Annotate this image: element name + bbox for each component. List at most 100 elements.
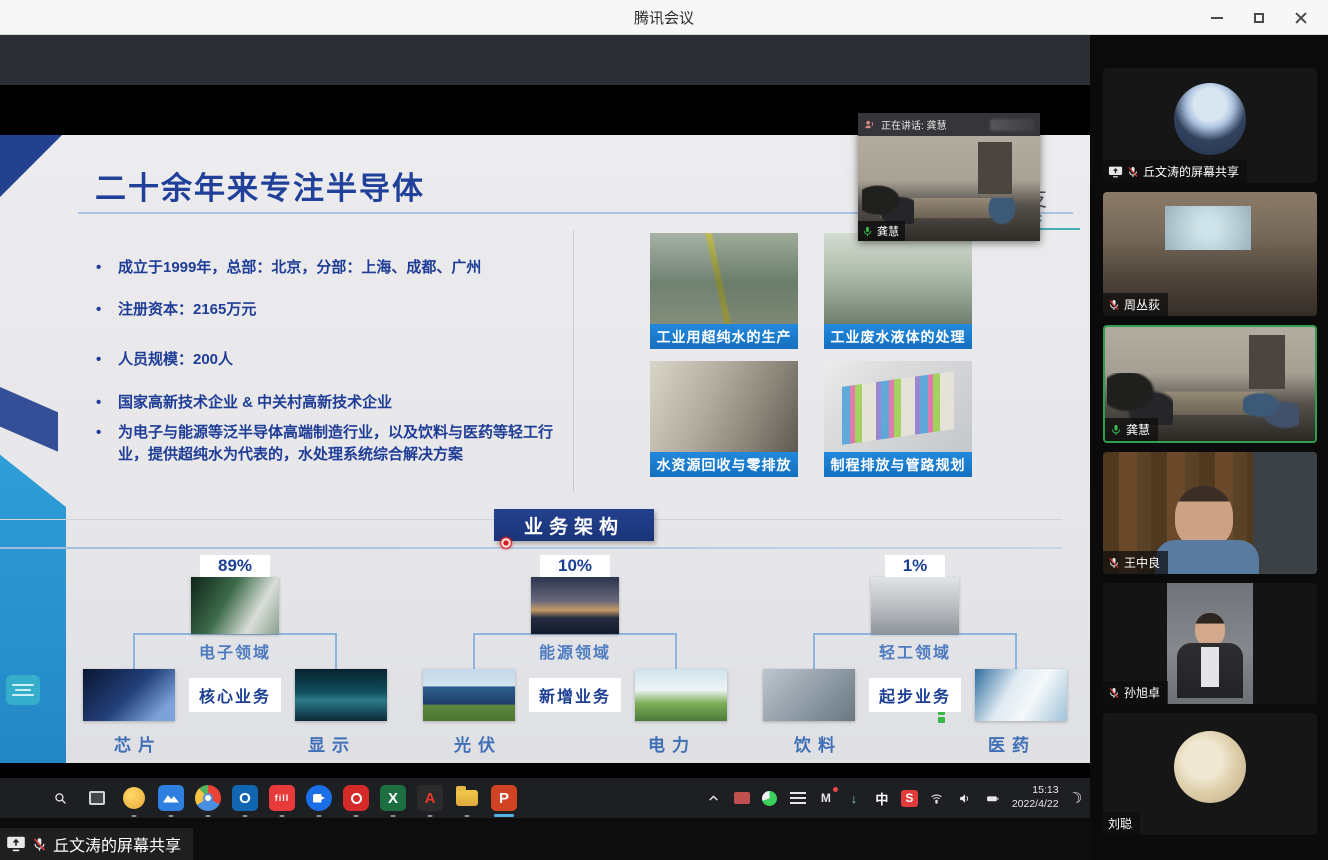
battery-icon[interactable] — [984, 789, 1002, 807]
photo-image — [824, 361, 972, 452]
room-person — [982, 198, 1022, 232]
search-icon[interactable] — [47, 785, 73, 811]
red-camera-app-icon[interactable] — [343, 785, 369, 811]
percent-value: 89% — [218, 556, 252, 575]
speaking-overlay-video[interactable]: 龚慧 — [858, 136, 1040, 241]
slide-blue-decoration — [0, 435, 66, 763]
group-domain-label: 轻工领域 — [879, 639, 951, 663]
speaking-overlay-text: 正在讲话: 龚慧 — [881, 117, 947, 132]
tray-red-app-icon[interactable] — [733, 789, 751, 807]
avatar — [1174, 83, 1246, 155]
room-chairs — [862, 184, 914, 224]
role-label: 核心业务 — [199, 689, 271, 706]
percent-value: 10% — [558, 556, 592, 575]
participant-name: 王中良 — [1124, 554, 1160, 571]
participant-tile-sunxuzhuo[interactable]: 孙旭卓 — [1103, 583, 1317, 704]
maximize-icon — [1254, 13, 1264, 23]
netdisk-app-icon[interactable] — [158, 785, 184, 811]
taskbar-clock[interactable]: 15:13 2022/4/22 — [1012, 784, 1059, 811]
tray-sliders-icon[interactable] — [789, 789, 807, 807]
sub-label-right: 医药 — [988, 731, 1036, 756]
muted-mic-icon — [1108, 687, 1120, 699]
yellow-app-icon[interactable] — [121, 785, 147, 811]
group-domain-label: 电子领域 — [199, 639, 271, 663]
ime-indicator[interactable]: 中 — [873, 789, 891, 807]
muted-mic-icon — [1108, 557, 1120, 569]
photo-ultrapure-water: 工业用超纯水的生产 — [650, 233, 798, 349]
close-icon — [1295, 12, 1307, 24]
sub-labels: 饮料 医药 — [760, 731, 1070, 756]
group-main-image — [531, 577, 619, 634]
clock-time: 15:13 — [1012, 784, 1059, 798]
group-sub-row: 起步业务 — [760, 669, 1070, 721]
participant-label: 王中良 — [1103, 551, 1168, 574]
photo-image — [824, 233, 972, 324]
sub-label-left: 饮料 — [794, 731, 842, 756]
tray-chevron-up-icon[interactable] — [705, 789, 723, 807]
muted-mic-icon — [32, 837, 47, 852]
photo-caption: 工业用超纯水的生产 — [650, 324, 798, 349]
participant-tile-gonghui-active[interactable]: 龚慧 — [1103, 325, 1317, 443]
task-view-icon[interactable] — [84, 785, 110, 811]
person-head — [1195, 613, 1225, 647]
tray-download-icon[interactable]: ↓ — [845, 789, 863, 807]
red-app-icon[interactable]: fill — [269, 785, 295, 811]
muted-mic-icon — [1108, 299, 1120, 311]
photo-image — [650, 233, 798, 324]
section-header-label: 业务架构 — [524, 512, 624, 539]
sub-label-left: 芯片 — [114, 731, 162, 756]
speaker-icon[interactable] — [956, 789, 974, 807]
start-button[interactable] — [10, 785, 36, 811]
sub-image-beverage — [763, 669, 855, 721]
tray-green-ring-icon[interactable] — [761, 789, 779, 807]
participant-tile-wangzhongliang[interactable]: 王中良 — [1103, 452, 1317, 574]
acrobat-icon[interactable]: A — [417, 785, 443, 811]
meeting-app-icon[interactable] — [306, 785, 332, 811]
sub-label-right: 显示 — [308, 731, 356, 756]
participant-name: 刘聪 — [1108, 815, 1132, 832]
participant-tile-liucong[interactable]: 刘聪 — [1103, 713, 1317, 835]
group-light-industry: 1% 轻工领域 起步业务 饮料 医药 — [760, 555, 1070, 756]
powerpoint-icon[interactable]: P — [491, 785, 517, 811]
photo-piping-plan: 制程排放与管路规划 — [824, 361, 972, 477]
participant-tile-qiuwentao[interactable]: 丘文涛的屏幕共享 — [1103, 68, 1317, 183]
participant-name: 周丛荻 — [1124, 296, 1160, 313]
focus-assist-moon-icon[interactable]: ☽ — [1066, 787, 1085, 809]
group-energy: 10% 能源领域 新增业务 光伏 电力 — [420, 555, 730, 756]
participant-name: 孙旭卓 — [1124, 684, 1160, 701]
participant-label: 刘聪 — [1103, 812, 1140, 835]
participant-label: 周丛荻 — [1103, 293, 1168, 316]
maximize-button[interactable] — [1238, 0, 1280, 35]
chrome-icon[interactable] — [195, 785, 221, 811]
outlook-icon[interactable]: O — [232, 785, 258, 811]
role-label: 新增业务 — [539, 689, 611, 706]
person-head — [1175, 486, 1233, 548]
close-button[interactable] — [1280, 0, 1322, 35]
sub-image-solar — [423, 669, 515, 721]
file-explorer-icon[interactable] — [454, 785, 480, 811]
role-label: 起步业务 — [879, 689, 951, 706]
window-titlebar: 腾讯会议 — [0, 0, 1328, 35]
slide-bullet-list: 成立于1999年，总部：北京，分部：上海、成都、广州 注册资本：2165万元 人… — [92, 243, 560, 466]
tray-m-icon[interactable]: M — [817, 789, 835, 807]
sogou-icon[interactable]: S — [901, 790, 918, 807]
avatar — [1174, 731, 1246, 803]
percent-box: 1% — [885, 555, 946, 577]
wifi-icon[interactable] — [928, 789, 946, 807]
speaking-overlay-header[interactable]: 正在讲话: 龚慧 — [858, 113, 1040, 136]
group-domain-label: 能源领域 — [539, 639, 611, 663]
participant-tile-zhoucongdi[interactable]: 周丛荻 — [1103, 192, 1317, 316]
sub-image-pharma — [975, 669, 1067, 721]
excel-icon[interactable]: X — [380, 785, 406, 811]
role-box: 核心业务 — [189, 678, 281, 712]
participant-sidebar: 丘文涛的屏幕共享 周丛荻 龚慧 — [1090, 35, 1328, 860]
stage-bottom-strip: 丘文涛的屏幕共享 — [0, 818, 1090, 860]
bullet-hightech: 国家高新技术企业 & 中关村高新技术企业 — [92, 392, 560, 414]
bullet-solutions: 为电子与能源等泛半导体高端制造行业，以及饮料与医药等轻工行业，提供超纯水为代表的… — [92, 422, 560, 466]
speaking-overlay[interactable]: 正在讲话: 龚慧 龚慧 — [858, 113, 1040, 241]
photo-image — [650, 361, 798, 452]
overlay-blur-region — [990, 119, 1034, 131]
room-door — [978, 142, 1012, 194]
muted-mic-icon — [1127, 166, 1139, 178]
minimize-button[interactable] — [1196, 0, 1238, 35]
